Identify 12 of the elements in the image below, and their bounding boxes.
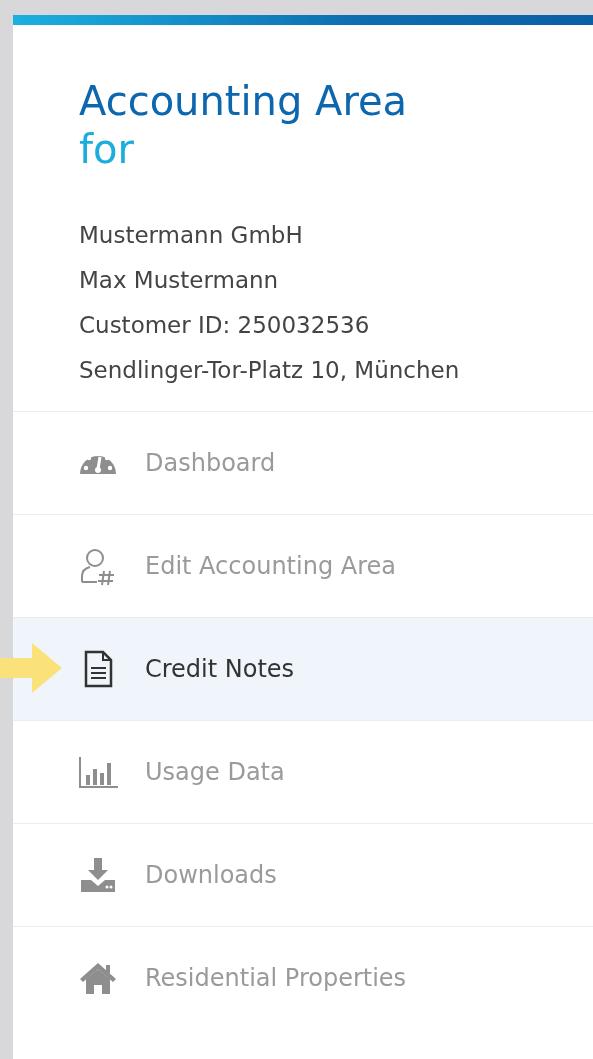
customer-info-line: Max Mustermann xyxy=(79,266,280,295)
menu-item[interactable]: Residential Properties xyxy=(13,926,593,1029)
menu-item[interactable]: Credit Notes xyxy=(13,617,593,720)
menu-item[interactable]: Usage Data xyxy=(13,720,593,823)
customer-info-line: Mustermann GmbH xyxy=(79,221,304,250)
menu-item[interactable]: Downloads xyxy=(13,823,593,926)
customer-info-line: Customer ID: 250032536 xyxy=(79,311,371,340)
customer-info-line: Sendlinger-Tor-Platz 10, München xyxy=(79,356,461,385)
panel-title: Accounting Area xyxy=(79,77,409,125)
panel-subtitle: for xyxy=(79,125,135,173)
menu-item[interactable]: Dashboard xyxy=(13,411,593,514)
pointer-arrow-icon xyxy=(0,643,62,693)
